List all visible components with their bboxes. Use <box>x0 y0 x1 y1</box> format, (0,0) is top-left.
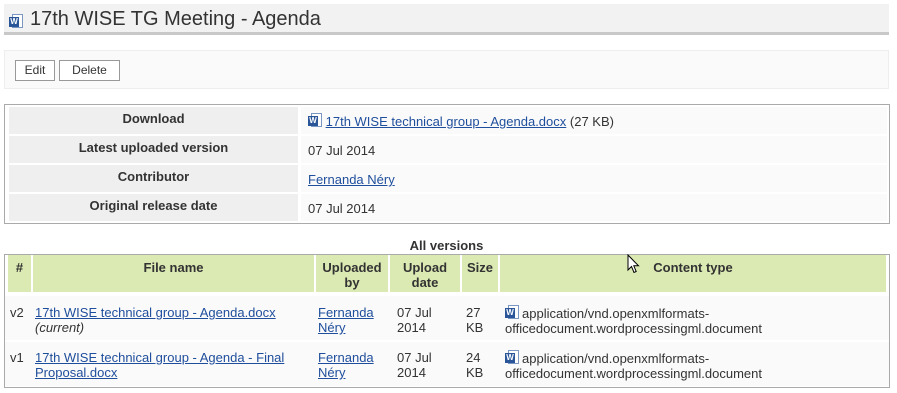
header-number: # <box>8 255 31 292</box>
header-upload-date-line2: date <box>411 275 439 290</box>
content-type-cell: Wapplication/vnd.openxmlformats-officedo… <box>505 305 763 336</box>
document-info-table: Download W 17th WISE technical group - A… <box>4 104 890 224</box>
action-toolbar: Edit Delete <box>4 50 889 89</box>
header-content-type: Content type <box>500 255 886 292</box>
word-document-icon: W <box>308 113 322 128</box>
size-cell: 24 KB <box>466 350 484 380</box>
uploader-link[interactable]: Fernanda Néry <box>318 350 374 380</box>
content-type-cell: Wapplication/vnd.openxmlformats-officedo… <box>505 350 763 381</box>
page-title: 17th WISE TG Meeting - Agenda <box>30 8 321 30</box>
latest-version-row: Latest uploaded version 07 Jul 2014 <box>9 136 889 163</box>
delete-button[interactable]: Delete <box>59 60 120 81</box>
header-upload-date: Upload date <box>390 255 460 292</box>
uploaded-by-cell: Fernanda Néry <box>318 350 374 380</box>
release-date-label: Original release date <box>9 194 298 221</box>
word-document-icon: W <box>505 305 519 320</box>
header-uploaded-by: Uploaded by <box>316 255 388 292</box>
upload-date-cell: 07 Jul 2014 <box>397 305 432 335</box>
download-link[interactable]: 17th WISE technical group - Agenda.docx <box>326 114 567 129</box>
current-version-note: (current) <box>35 320 85 335</box>
download-label: Download <box>9 107 298 134</box>
word-document-icon: W <box>9 14 23 29</box>
uploaded-by-cell: Fernanda Néry <box>318 305 374 335</box>
download-row: Download W 17th WISE technical group - A… <box>9 107 889 134</box>
size-cell: 27 KB <box>466 305 484 335</box>
version-number: v1 <box>10 350 24 365</box>
uploader-link[interactable]: Fernanda Néry <box>318 305 374 335</box>
header-uploaded-by-line2: by <box>344 275 360 290</box>
word-document-icon: W <box>505 350 519 365</box>
contributor-value: Fernanda Néry <box>301 165 887 192</box>
file-link[interactable]: 17th WISE technical group - Agenda - Fin… <box>35 350 284 380</box>
edit-button[interactable]: Edit <box>15 60 55 81</box>
upload-date-cell: 07 Jul 2014 <box>397 350 432 380</box>
download-value: W 17th WISE technical group - Agenda.doc… <box>301 107 887 134</box>
mouse-cursor-icon <box>627 254 640 274</box>
download-size: (27 KB) <box>569 114 614 129</box>
header-uploaded-by-line1: Uploaded <box>322 260 382 275</box>
page-header: W 17th WISE TG Meeting - Agenda <box>4 4 889 35</box>
contributor-label: Contributor <box>9 165 298 192</box>
latest-version-value: 07 Jul 2014 <box>301 136 887 163</box>
versions-table: # File name Uploaded by Upload date Size… <box>4 254 890 388</box>
release-date-value: 07 Jul 2014 <box>301 194 887 221</box>
file-name-cell: 17th WISE technical group - Agenda - Fin… <box>35 350 315 380</box>
file-name-cell: 17th WISE technical group - Agenda.docx … <box>35 305 315 335</box>
latest-version-label: Latest uploaded version <box>9 136 298 163</box>
file-link[interactable]: 17th WISE technical group - Agenda.docx <box>35 305 276 320</box>
header-size: Size <box>462 255 498 292</box>
header-upload-date-line1: Upload <box>402 260 448 275</box>
contributor-link[interactable]: Fernanda Néry <box>308 172 395 187</box>
versions-caption: All versions <box>409 238 484 253</box>
version-number: v2 <box>10 305 24 320</box>
contributor-row: Contributor Fernanda Néry <box>9 165 889 192</box>
release-date-row: Original release date 07 Jul 2014 <box>9 194 889 221</box>
header-file-name: File name <box>33 255 314 292</box>
